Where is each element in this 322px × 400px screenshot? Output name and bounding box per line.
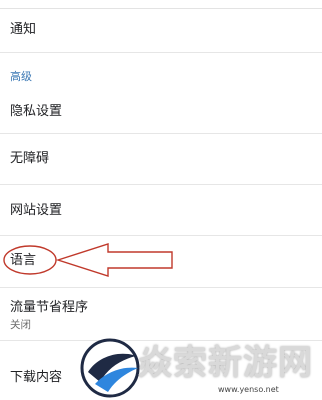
annotation-arrow-icon <box>55 243 173 277</box>
annotation-overlay <box>3 243 173 398</box>
watermark-brand: 焱索新游网 <box>138 343 313 383</box>
watermark-url: www.yenso.net <box>218 385 279 394</box>
language-highlight-circle <box>3 245 57 275</box>
watermark-logo-icon <box>80 338 140 398</box>
